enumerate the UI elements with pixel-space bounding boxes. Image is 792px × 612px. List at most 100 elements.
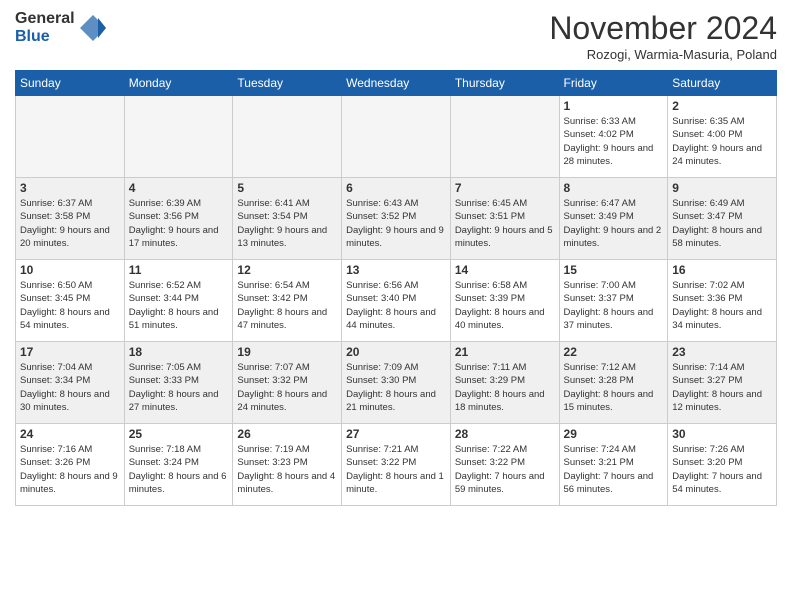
day-info: Sunrise: 7:11 AMSunset: 3:29 PMDaylight:…: [455, 361, 555, 414]
logo-blue: Blue: [15, 28, 75, 46]
title-block: November 2024 Rozogi, Warmia-Masuria, Po…: [549, 10, 777, 62]
calendar-cell: 7 Sunrise: 6:45 AMSunset: 3:51 PMDaylight…: [450, 178, 559, 260]
day-number: 11: [129, 263, 229, 277]
day-number: 24: [20, 427, 120, 441]
day-info: Sunrise: 7:14 AMSunset: 3:27 PMDaylight:…: [672, 361, 772, 414]
day-number: 26: [237, 427, 337, 441]
calendar-week-5: 24 Sunrise: 7:16 AMSunset: 3:26 PMDayligh…: [16, 424, 777, 506]
day-number: 23: [672, 345, 772, 359]
calendar-cell: 24 Sunrise: 7:16 AMSunset: 3:26 PMDayligh…: [16, 424, 125, 506]
day-number: 4: [129, 181, 229, 195]
calendar-cell: 1 Sunrise: 6:33 AMSunset: 4:02 PMDaylight…: [559, 96, 668, 178]
day-info: Sunrise: 7:21 AMSunset: 3:22 PMDaylight:…: [346, 443, 446, 496]
calendar-cell: 14 Sunrise: 6:58 AMSunset: 3:39 PMDayligh…: [450, 260, 559, 342]
day-number: 28: [455, 427, 555, 441]
day-number: 19: [237, 345, 337, 359]
calendar-header-monday: Monday: [124, 71, 233, 96]
day-info: Sunrise: 6:58 AMSunset: 3:39 PMDaylight:…: [455, 279, 555, 332]
day-info: Sunrise: 7:22 AMSunset: 3:22 PMDaylight:…: [455, 443, 555, 496]
logo-text: General Blue: [15, 10, 108, 45]
day-info: Sunrise: 6:54 AMSunset: 3:42 PMDaylight:…: [237, 279, 337, 332]
calendar-header-saturday: Saturday: [668, 71, 777, 96]
day-info: Sunrise: 6:39 AMSunset: 3:56 PMDaylight:…: [129, 197, 229, 250]
calendar-header-tuesday: Tuesday: [233, 71, 342, 96]
calendar-cell: 5Sunrise: 6:41 AMSunset: 3:54 PMDaylight…: [233, 178, 342, 260]
calendar-header-wednesday: Wednesday: [342, 71, 451, 96]
calendar-cell: 20Sunrise: 7:09 AMSunset: 3:30 PMDayligh…: [342, 342, 451, 424]
calendar-cell: 23 Sunrise: 7:14 AMSunset: 3:27 PMDayligh…: [668, 342, 777, 424]
calendar-cell: 16 Sunrise: 7:02 AMSunset: 3:36 PMDayligh…: [668, 260, 777, 342]
day-info: Sunrise: 6:43 AMSunset: 3:52 PMDaylight:…: [346, 197, 446, 250]
calendar-cell: [16, 96, 125, 178]
calendar-cell: [124, 96, 233, 178]
day-info: Sunrise: 6:52 AMSunset: 3:44 PMDaylight:…: [129, 279, 229, 332]
day-info: Sunrise: 7:05 AMSunset: 3:33 PMDaylight:…: [129, 361, 229, 414]
logo: General Blue: [15, 10, 108, 45]
day-number: 5: [237, 181, 337, 195]
day-number: 15: [564, 263, 664, 277]
day-info: Sunrise: 6:50 AMSunset: 3:45 PMDaylight:…: [20, 279, 120, 332]
day-info: Sunrise: 7:02 AMSunset: 3:36 PMDaylight:…: [672, 279, 772, 332]
calendar-header-friday: Friday: [559, 71, 668, 96]
day-info: Sunrise: 6:56 AMSunset: 3:40 PMDaylight:…: [346, 279, 446, 332]
day-number: 8: [564, 181, 664, 195]
day-info: Sunrise: 6:45 AMSunset: 3:51 PMDaylight:…: [455, 197, 555, 250]
day-info: Sunrise: 7:16 AMSunset: 3:26 PMDaylight:…: [20, 443, 120, 496]
day-number: 27: [346, 427, 446, 441]
day-info: Sunrise: 7:24 AMSunset: 3:21 PMDaylight:…: [564, 443, 664, 496]
day-info: Sunrise: 7:07 AMSunset: 3:32 PMDaylight:…: [237, 361, 337, 414]
day-info: Sunrise: 6:33 AMSunset: 4:02 PMDaylight:…: [564, 115, 664, 168]
day-number: 7: [455, 181, 555, 195]
calendar-week-3: 10 Sunrise: 6:50 AMSunset: 3:45 PMDayligh…: [16, 260, 777, 342]
calendar-cell: 10 Sunrise: 6:50 AMSunset: 3:45 PMDayligh…: [16, 260, 125, 342]
day-info: Sunrise: 6:49 AMSunset: 3:47 PMDaylight:…: [672, 197, 772, 250]
day-info: Sunrise: 7:00 AMSunset: 3:37 PMDaylight:…: [564, 279, 664, 332]
day-info: Sunrise: 6:37 AMSunset: 3:58 PMDaylight:…: [20, 197, 120, 250]
calendar-cell: 30Sunrise: 7:26 AMSunset: 3:20 PMDayligh…: [668, 424, 777, 506]
day-number: 13: [346, 263, 446, 277]
day-number: 12: [237, 263, 337, 277]
calendar-cell: 2Sunrise: 6:35 AMSunset: 4:00 PMDaylight…: [668, 96, 777, 178]
calendar-cell: 9 Sunrise: 6:49 AMSunset: 3:47 PMDaylight…: [668, 178, 777, 260]
day-number: 1: [564, 99, 664, 113]
day-number: 9: [672, 181, 772, 195]
day-info: Sunrise: 6:47 AMSunset: 3:49 PMDaylight:…: [564, 197, 664, 250]
day-info: Sunrise: 7:04 AMSunset: 3:34 PMDaylight:…: [20, 361, 120, 414]
calendar-cell: 11 Sunrise: 6:52 AMSunset: 3:44 PMDayligh…: [124, 260, 233, 342]
day-info: Sunrise: 7:18 AMSunset: 3:24 PMDaylight:…: [129, 443, 229, 496]
day-info: Sunrise: 7:12 AMSunset: 3:28 PMDaylight:…: [564, 361, 664, 414]
calendar-cell: 13 Sunrise: 6:56 AMSunset: 3:40 PMDayligh…: [342, 260, 451, 342]
calendar-cell: 15 Sunrise: 7:00 AMSunset: 3:37 PMDayligh…: [559, 260, 668, 342]
calendar-cell: 3 Sunrise: 6:37 AMSunset: 3:58 PMDaylight…: [16, 178, 125, 260]
calendar-cell: 12 Sunrise: 6:54 AMSunset: 3:42 PMDayligh…: [233, 260, 342, 342]
day-number: 22: [564, 345, 664, 359]
location: Rozogi, Warmia-Masuria, Poland: [549, 47, 777, 62]
day-number: 3: [20, 181, 120, 195]
day-number: 18: [129, 345, 229, 359]
calendar-cell: 29 Sunrise: 7:24 AMSunset: 3:21 PMDayligh…: [559, 424, 668, 506]
day-number: 21: [455, 345, 555, 359]
day-number: 16: [672, 263, 772, 277]
calendar-cell: 18 Sunrise: 7:05 AMSunset: 3:33 PMDayligh…: [124, 342, 233, 424]
calendar-cell: 21 Sunrise: 7:11 AMSunset: 3:29 PMDayligh…: [450, 342, 559, 424]
calendar-cell: 27 Sunrise: 7:21 AMSunset: 3:22 PMDayligh…: [342, 424, 451, 506]
calendar-cell: 19 Sunrise: 7:07 AMSunset: 3:32 PMDayligh…: [233, 342, 342, 424]
calendar-header-sunday: Sunday: [16, 71, 125, 96]
day-number: 10: [20, 263, 120, 277]
calendar-cell: 22 Sunrise: 7:12 AMSunset: 3:28 PMDayligh…: [559, 342, 668, 424]
calendar-cell: 6Sunrise: 6:43 AMSunset: 3:52 PMDaylight…: [342, 178, 451, 260]
calendar-cell: [233, 96, 342, 178]
calendar-header-thursday: Thursday: [450, 71, 559, 96]
day-info: Sunrise: 6:35 AMSunset: 4:00 PMDaylight:…: [672, 115, 772, 168]
calendar-cell: 4 Sunrise: 6:39 AMSunset: 3:56 PMDaylight…: [124, 178, 233, 260]
header: General Blue November 2024 Rozogi, Warmi…: [15, 10, 777, 62]
day-number: 29: [564, 427, 664, 441]
day-number: 30: [672, 427, 772, 441]
calendar-cell: 28 Sunrise: 7:22 AMSunset: 3:22 PMDayligh…: [450, 424, 559, 506]
logo-general: General: [15, 10, 75, 28]
day-info: Sunrise: 7:09 AMSunset: 3:30 PMDaylight:…: [346, 361, 446, 414]
calendar-cell: 8 Sunrise: 6:47 AMSunset: 3:49 PMDaylight…: [559, 178, 668, 260]
day-info: Sunrise: 7:19 AMSunset: 3:23 PMDaylight:…: [237, 443, 337, 496]
calendar-week-2: 3 Sunrise: 6:37 AMSunset: 3:58 PMDaylight…: [16, 178, 777, 260]
day-number: 14: [455, 263, 555, 277]
